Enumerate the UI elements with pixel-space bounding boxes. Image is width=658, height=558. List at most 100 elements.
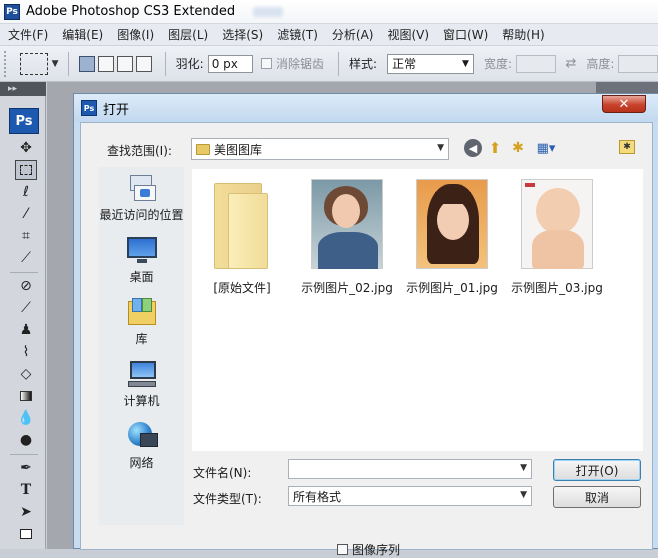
options-bar: ▼ 羽化: 0 px 消除锯齿 样式: 正常 ▼ 宽度: ⇄ 高度: (0, 46, 658, 82)
eraser-tool-icon[interactable]: ◇ (15, 364, 37, 384)
file-item-folder[interactable]: [原始文件] (192, 179, 292, 296)
toolbox-header[interactable]: ▸▸ (0, 82, 46, 96)
brush-tool-icon[interactable]: ⟋ (15, 298, 37, 318)
filename-input[interactable]: ▼ (288, 459, 532, 479)
magic-wand-tool-icon[interactable]: ⁄ (15, 204, 37, 224)
network-icon (126, 421, 158, 451)
style-value: 正常 (392, 57, 417, 71)
view-menu-icon[interactable]: ▦▾ (533, 139, 559, 157)
shape-tool-icon[interactable] (15, 524, 37, 544)
menu-window[interactable]: 窗口(W) (436, 26, 495, 43)
path-selection-tool-icon[interactable]: ➤ (15, 502, 37, 522)
menu-select[interactable]: 选择(S) (215, 26, 270, 43)
image-sequence-checkbox[interactable] (337, 544, 348, 555)
menu-layer[interactable]: 图层(L) (161, 26, 215, 43)
folder-icon (206, 179, 278, 269)
intersect-selection-button[interactable] (135, 55, 152, 72)
marquee-tool-icon[interactable] (15, 160, 37, 180)
feather-input[interactable]: 0 px (207, 54, 254, 73)
chevron-down-icon[interactable]: ▼ (52, 59, 59, 69)
recent-places-icon (126, 173, 158, 203)
blur-tool-icon[interactable]: 💧 (15, 408, 37, 428)
image-sequence-row: 图像序列 (337, 541, 400, 558)
folder-icon (196, 143, 210, 155)
cancel-button[interactable]: 取消 (553, 486, 641, 508)
width-label: 宽度: (483, 57, 512, 71)
filetype-value: 所有格式 (293, 489, 342, 504)
photoshop-logo-icon: Ps (81, 100, 97, 116)
computer-icon (126, 359, 158, 389)
filetype-label: 文件类型(T): (193, 492, 262, 506)
menu-edit[interactable]: 编辑(E) (55, 26, 110, 43)
healing-brush-tool-icon[interactable]: ⊘ (15, 276, 37, 296)
file-list: [原始文件] 示例图片_02.jpg 示例图片_01.jpg 示例图片_03.j… (192, 169, 643, 451)
new-selection-button[interactable] (79, 55, 96, 72)
tool-preset-picker-icon[interactable] (19, 52, 48, 75)
add-selection-button[interactable] (98, 55, 115, 72)
image-sequence-label: 图像序列 (352, 543, 401, 557)
back-icon[interactable]: ◀ (464, 139, 482, 157)
chevron-down-icon[interactable]: ▼ (520, 463, 527, 473)
menu-file[interactable]: 文件(F) (0, 26, 55, 43)
dialog-body: 查找范围(I): 美图图库 ▼ ◀ ⬆ ✱ ▦▾ ✱ 最近访问的位置 桌面 库 … (80, 122, 653, 557)
history-brush-tool-icon[interactable]: ⌇ (15, 342, 37, 362)
place-label: 最近访问的位置 (99, 208, 184, 222)
subtract-selection-button[interactable] (117, 55, 133, 72)
libraries-icon (126, 297, 158, 327)
close-button[interactable]: ✕ (602, 95, 646, 113)
menu-image[interactable]: 图像(I) (110, 26, 161, 43)
antialias-checkbox[interactable] (261, 58, 273, 69)
crop-tool-icon[interactable]: ⌗ (15, 226, 37, 246)
style-select[interactable]: 正常 ▼ (387, 53, 474, 74)
place-label: 计算机 (123, 394, 160, 408)
chevron-down-icon: ▼ (437, 143, 444, 153)
file-name: 示例图片_03.jpg (511, 281, 603, 295)
lookin-combobox[interactable]: 美图图库 ▼ (191, 138, 449, 160)
menu-help[interactable]: 帮助(H) (495, 26, 551, 43)
filename-label: 文件名(N): (193, 466, 252, 480)
eyedropper-tool-icon[interactable]: ⟋ (15, 248, 37, 268)
dialog-title: 打开 (103, 102, 130, 118)
move-tool-icon[interactable]: ✥ (15, 138, 37, 158)
filetype-select[interactable]: 所有格式 ▼ (288, 486, 532, 506)
desktop-icon (126, 235, 158, 265)
ps-badge-icon[interactable]: Ps (9, 108, 39, 134)
file-item[interactable]: 示例图片_01.jpg (402, 179, 502, 296)
places-bar: 最近访问的位置 桌面 库 计算机 网络 (99, 167, 184, 525)
place-recent[interactable]: 最近访问的位置 (99, 173, 184, 223)
menu-filter[interactable]: 滤镜(T) (270, 26, 325, 43)
place-desktop[interactable]: 桌面 (99, 235, 184, 285)
file-item[interactable]: 示例图片_03.jpg (507, 179, 607, 296)
options-grip[interactable] (4, 50, 10, 77)
antialias-label: 消除锯齿 (276, 57, 325, 71)
gradient-tool-icon[interactable] (15, 386, 37, 406)
place-label: 桌面 (129, 270, 154, 284)
place-network[interactable]: 网络 (99, 421, 184, 471)
file-item[interactable]: 示例图片_02.jpg (297, 179, 397, 296)
menu-view[interactable]: 视图(V) (380, 26, 436, 43)
pen-tool-icon[interactable]: ✒ (15, 458, 37, 478)
lasso-tool-icon[interactable]: ℓ (15, 182, 37, 202)
file-name: 示例图片_01.jpg (406, 281, 498, 295)
dodge-tool-icon[interactable]: ● (15, 430, 37, 450)
height-label: 高度: (586, 57, 615, 71)
toolbox: Ps ✥ ℓ ⁄ ⌗ ⟋ ⊘ ⟋ ♟ ⌇ ◇ 💧 ● ✒ T ➤ (0, 96, 46, 549)
open-file-dialog: Ps 打开 ✕ 查找范围(I): 美图图库 ▼ ◀ ⬆ ✱ ▦▾ ✱ 最近访问的… (73, 93, 658, 557)
chevron-down-icon: ▼ (520, 490, 527, 500)
menu-analysis[interactable]: 分析(A) (325, 26, 381, 43)
divider (68, 51, 70, 76)
lookin-value: 美图图库 (214, 142, 263, 157)
photoshop-logo-icon: Ps (4, 3, 20, 20)
place-label: 库 (135, 332, 148, 346)
new-folder-icon[interactable]: ✱ (509, 139, 527, 157)
clone-stamp-tool-icon[interactable]: ♟ (15, 320, 37, 340)
type-tool-icon[interactable]: T (15, 480, 37, 500)
up-folder-icon[interactable]: ⬆ (486, 139, 504, 157)
open-button[interactable]: 打开(O) (553, 459, 641, 481)
place-libraries[interactable]: 库 (99, 297, 184, 347)
feather-label: 羽化: (175, 57, 204, 71)
place-computer[interactable]: 计算机 (99, 359, 184, 409)
divider (164, 51, 166, 76)
menu-bar: 文件(F) 编辑(E) 图像(I) 图层(L) 选择(S) 滤镜(T) 分析(A… (0, 24, 658, 46)
folder-star-icon[interactable]: ✱ (619, 140, 635, 154)
